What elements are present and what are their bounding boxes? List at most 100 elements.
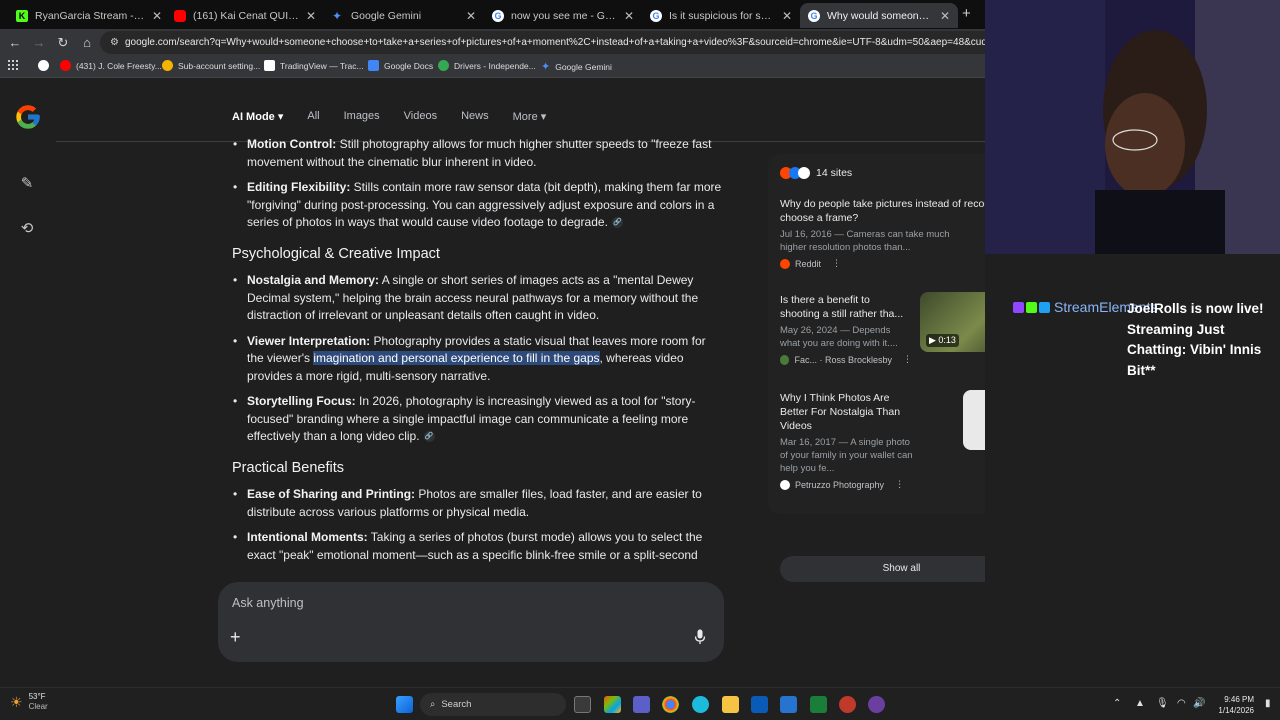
google-bookmark-icon[interactable] (38, 60, 49, 71)
close-tab-icon[interactable]: ✕ (152, 9, 162, 23)
volume-icon[interactable]: 🔊 (1193, 698, 1205, 709)
answer-bullet: Viewer Interpretation: Photography provi… (232, 333, 722, 386)
chrome-icon[interactable] (662, 696, 679, 713)
close-tab-icon[interactable]: ✕ (940, 9, 950, 23)
browser-tab[interactable]: G now you see me - Google Search ✕ (484, 3, 642, 28)
google-icon: G (492, 9, 504, 22)
search-tabs: AI Mode ▾ All Images Videos News More ▾ (232, 110, 570, 123)
browser-tab[interactable]: (161) Kai Cenat QUIT STREAMING ✕ (166, 3, 324, 28)
apps-icon[interactable] (8, 60, 18, 70)
clock[interactable]: 9:46 PM 1/14/2026 (1206, 694, 1254, 716)
close-tab-icon[interactable]: ✕ (306, 9, 316, 23)
back-button[interactable]: ← (6, 34, 24, 52)
close-tab-icon[interactable]: ✕ (466, 9, 476, 23)
site-favicon (780, 479, 790, 490)
file-explorer-icon[interactable] (722, 696, 739, 713)
teams-icon[interactable] (633, 696, 650, 713)
text-selection: imagination and personal experience to f… (313, 351, 600, 365)
answer-bullet: Editing Flexibility: Stills contain more… (232, 179, 722, 232)
microphone-tray-icon[interactable]: 🎙 (1156, 698, 1169, 709)
reload-button[interactable]: ↻ (54, 34, 72, 52)
link-icon[interactable]: 🔗 (611, 217, 623, 229)
notification-icon[interactable]: ▮ (1265, 698, 1271, 709)
home-button[interactable]: ⌂ (78, 34, 96, 52)
forward-button[interactable]: → (30, 34, 48, 52)
site-favicons (780, 167, 810, 179)
answer-bullet: Ease of Sharing and Printing: Photos are… (232, 486, 722, 521)
more-options-icon[interactable]: ⋮ (832, 258, 841, 269)
google-icon: G (808, 9, 820, 22)
new-chat-icon[interactable]: ✎ (17, 174, 37, 194)
source-site: Fac... · Ross Brocklesby ⋮ (780, 354, 912, 365)
ask-box: + (218, 582, 724, 662)
facebook-icon (780, 354, 790, 365)
add-attachment-button[interactable]: + (230, 627, 241, 648)
browser-toolbar: ← → ↻ ⌂ ⚙ google.com/search?q=Why+would+… (0, 29, 985, 56)
browser-tab-active[interactable]: G Why would someone choose to ✕ (800, 3, 958, 28)
bookmark-item[interactable]: ✦ Google Gemini (541, 60, 612, 73)
bookmark-item[interactable]: (431) J. Cole Freesty... (60, 60, 162, 71)
source-card[interactable]: Is there a benefit to shooting a still r… (780, 293, 912, 365)
tab-videos[interactable]: Videos (404, 110, 437, 123)
source-card[interactable]: Why I Think Photos Are Better For Nostal… (780, 391, 915, 490)
answer-bullet: Motion Control: Still photography allows… (232, 136, 722, 171)
new-tab-button[interactable]: + (962, 5, 971, 22)
tab-all[interactable]: All (307, 110, 319, 123)
outlook-icon[interactable] (780, 696, 797, 713)
obs-icon[interactable] (868, 696, 885, 713)
close-tab-icon[interactable]: ✕ (782, 9, 792, 23)
gemini-icon: ✦ (332, 8, 343, 23)
app-icon[interactable] (839, 696, 856, 713)
bookmark-item[interactable]: TradingView — Trac... (264, 60, 364, 71)
video-duration: ▶ 0:13 (926, 334, 959, 347)
docs-icon (368, 60, 379, 71)
more-options-icon[interactable]: ⋮ (903, 354, 912, 365)
browser-tab[interactable]: K RyanGarcia Stream - Watch Live ✕ (8, 3, 170, 28)
edge-icon[interactable] (692, 696, 709, 713)
browser-tab[interactable]: ✦ Google Gemini ✕ (324, 3, 484, 28)
app-icon[interactable] (810, 696, 827, 713)
bookmark-favicon (162, 60, 173, 71)
wifi-icon[interactable]: ◠ (1177, 698, 1186, 709)
weather-widget[interactable]: ☀ 53°F Clear (10, 692, 48, 712)
gemini-icon: ✦ (541, 61, 551, 73)
history-icon[interactable]: ⟲ (17, 219, 37, 239)
more-options-icon[interactable]: ⋮ (895, 479, 904, 490)
youtube-icon (174, 9, 186, 22)
webcam-overlay: E (985, 0, 1280, 254)
copilot-icon[interactable] (604, 696, 621, 713)
tray-chevron-icon[interactable]: ⌃ (1113, 698, 1121, 709)
bookmarks-bar: (431) J. Cole Freesty... Sub-account set… (0, 56, 985, 78)
browser-tab[interactable]: G Is it suspicious for someone to ✕ (642, 3, 800, 28)
bookmark-item[interactable]: Drivers - Independe... (438, 60, 536, 71)
streamelements-icons (1013, 301, 1050, 313)
tab-ai-mode[interactable]: AI Mode ▾ (232, 110, 283, 123)
section-heading: Practical Benefits (232, 459, 345, 476)
answer-bullet: Intentional Moments: Taking a series of … (232, 529, 722, 564)
task-view-icon[interactable] (574, 696, 591, 713)
tradingview-icon (264, 60, 275, 71)
tray-app-icon[interactable]: ▲ (1135, 698, 1145, 709)
store-icon[interactable] (751, 696, 768, 713)
taskbar: ☀ 53°F Clear ⌕ Search ⌃ ▲ 🎙 ◠ 🔊 9:46 PM 1/1… (0, 687, 1280, 720)
tab-strip: K RyanGarcia Stream - Watch Live ✕ (161)… (0, 0, 985, 29)
taskbar-search[interactable]: ⌕ Search (420, 693, 566, 716)
ai-answer: Motion Control: Still photography allows… (232, 135, 722, 587)
site-info-icon[interactable]: ⚙ (110, 37, 119, 48)
bookmark-item[interactable]: Google Docs (368, 60, 433, 71)
google-logo-icon[interactable] (14, 103, 42, 131)
address-bar[interactable]: ⚙ google.com/search?q=Why+would+someone+… (100, 31, 985, 54)
search-icon: ⌕ (430, 699, 436, 710)
tab-more[interactable]: More ▾ (513, 110, 547, 123)
link-icon[interactable]: 🔗 (423, 431, 435, 443)
kick-icon: K (16, 9, 28, 22)
tab-news[interactable]: News (461, 110, 489, 123)
tab-images[interactable]: Images (344, 110, 380, 123)
ask-input[interactable] (232, 596, 632, 610)
google-icon: G (650, 9, 662, 22)
bookmark-item[interactable]: Sub-account setting... (162, 60, 260, 71)
url-text: google.com/search?q=Why+would+someone+ch… (124, 37, 985, 48)
microphone-icon[interactable] (694, 629, 706, 645)
windows-start-icon[interactable] (396, 696, 413, 713)
close-tab-icon[interactable]: ✕ (624, 9, 634, 23)
